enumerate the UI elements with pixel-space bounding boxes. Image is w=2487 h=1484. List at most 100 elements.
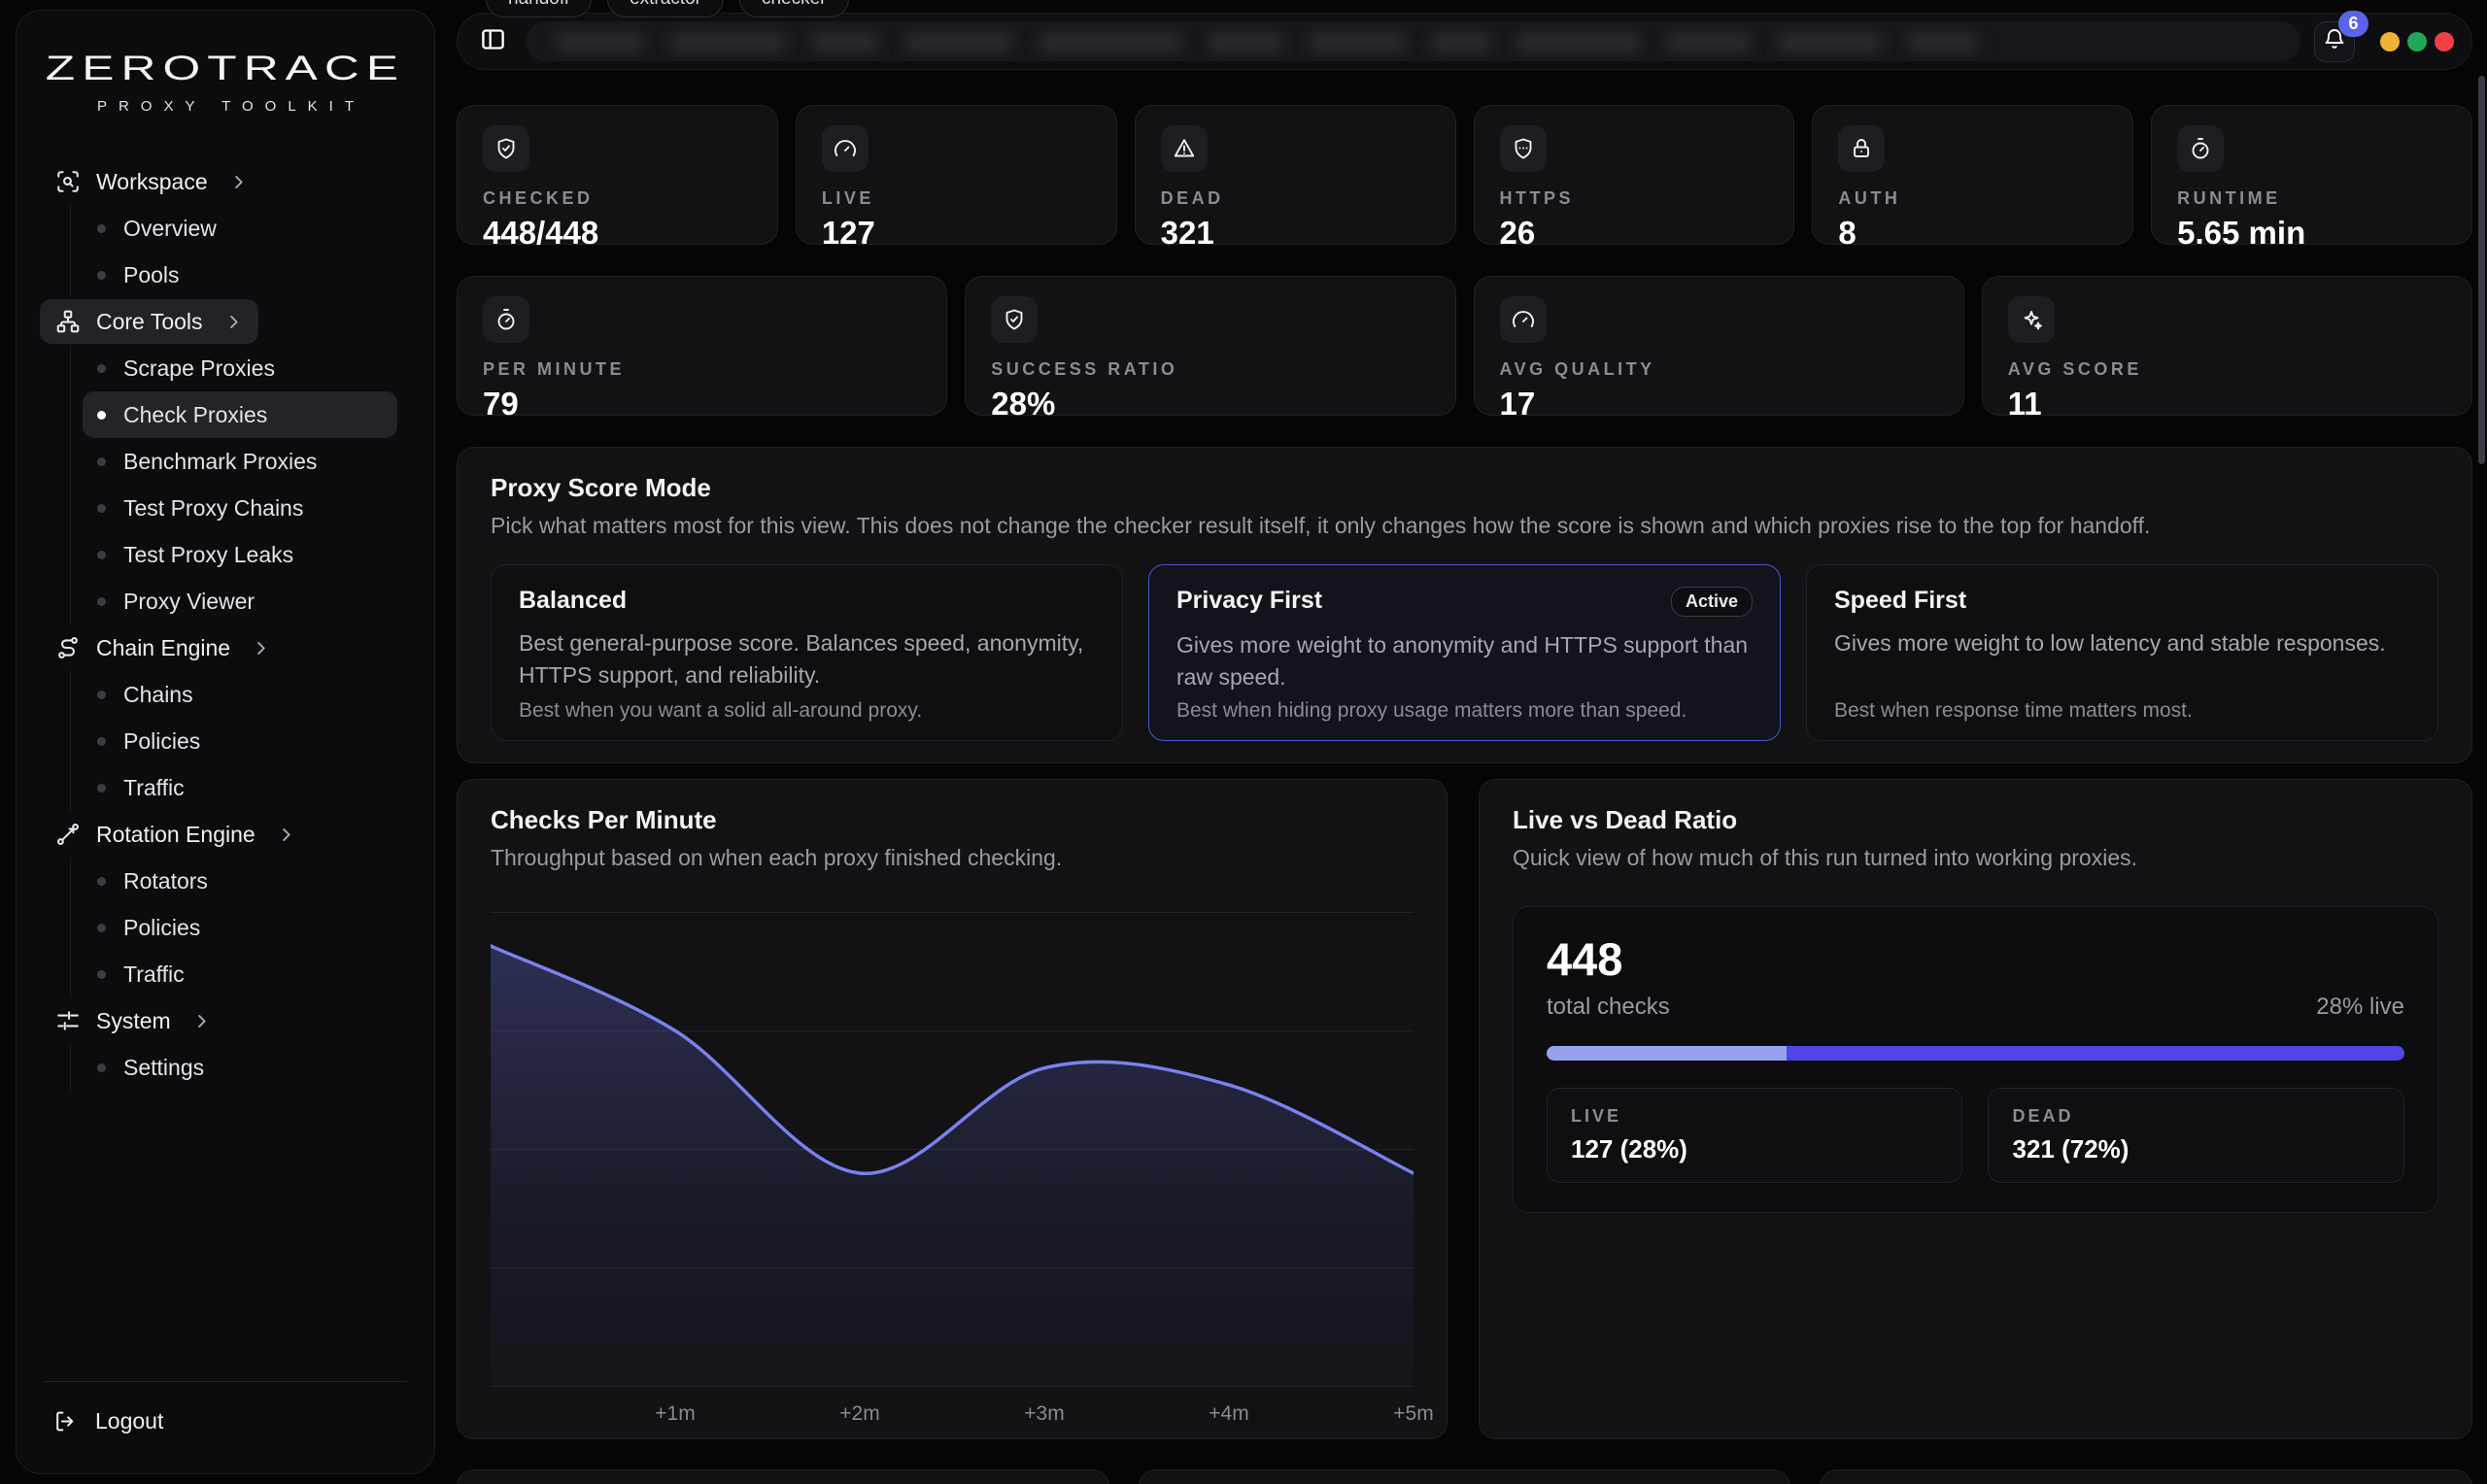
sidebar-section-system[interactable]: System <box>40 998 226 1043</box>
scrollbar-thumb[interactable] <box>2478 76 2485 464</box>
score-mode-options: BalancedBest general-purpose score. Bala… <box>491 564 2438 741</box>
stats-row-primary: CHECKED448/448LIVE127DEAD321HTTPS26AUTH8… <box>457 105 2472 245</box>
stat-card-avg-score: AVG SCORE11 <box>1982 276 2472 416</box>
section-card-anonymity-mix: Anonymity Mix <box>1139 1469 1791 1484</box>
sidebar-footer: Logout <box>40 1381 411 1446</box>
score-mode-card: Proxy Score Mode Pick what matters most … <box>457 447 2472 763</box>
sidebar-sublist-core-tools: Scrape ProxiesCheck Proxies Benchmark Pro… <box>70 345 411 624</box>
score-mode-subtitle: Pick what matters most for this view. Th… <box>491 513 2438 539</box>
sidebar-item-policies[interactable]: Policies <box>71 904 411 951</box>
timer-icon <box>483 296 529 343</box>
shield-check-icon <box>483 125 529 172</box>
bullet-icon <box>97 737 106 746</box>
gauge-icon <box>1500 296 1547 343</box>
live-progress-segment <box>1547 1046 1787 1061</box>
stat-label: AUTH <box>1838 188 2107 209</box>
ratio-summary: 448 total checks 28% live LIVE127 (28%)D… <box>1513 906 2438 1213</box>
sidebar-sublist-system: Settings <box>70 1044 411 1091</box>
sidebar-item-check-proxies[interactable]: Check Proxies <box>83 391 397 438</box>
bullet-icon <box>97 877 106 886</box>
bullet-icon <box>97 271 106 280</box>
x-tick-label: +5m <box>1393 1402 1433 1426</box>
stat-label: SUCCESS RATIO <box>991 359 1429 380</box>
sidebar-section-rotation-engine[interactable]: Rotation Engine <box>40 812 311 857</box>
ratio-box-live: LIVE127 (28%) <box>1547 1088 1963 1183</box>
stat-value: 11 <box>2008 386 2446 422</box>
mode-card-balanced[interactable]: BalancedBest general-purpose score. Bala… <box>491 564 1123 741</box>
sidebar-item-pools[interactable]: Pools <box>71 252 411 298</box>
ratio-title: Live vs Dead Ratio <box>1513 805 2438 835</box>
bullet-icon <box>97 784 106 793</box>
sidebar-section-core-tools[interactable]: Core Tools <box>40 299 258 344</box>
sidebar-item-test-proxy-leaks[interactable]: Test Proxy Leaks <box>71 531 411 578</box>
brand-tagline: PROXY TOOLKIT <box>40 98 411 115</box>
route-icon <box>55 635 81 660</box>
x-tick-label: +2m <box>839 1402 879 1426</box>
sidebar-item-label: Test Proxy Chains <box>123 495 303 522</box>
gauge-icon <box>822 125 869 172</box>
bullet-icon <box>97 691 106 699</box>
x-tick-label: +4m <box>1209 1402 1248 1426</box>
sidebar-item-chains[interactable]: Chains <box>71 671 411 718</box>
total-checks-label: total checks <box>1547 994 1670 1021</box>
mode-description: Gives more weight to low latency and sta… <box>1834 627 2410 659</box>
stat-value: 79 <box>483 386 921 422</box>
sidebar-item-label: Pools <box>123 262 180 288</box>
x-tick-label: +3m <box>1024 1402 1064 1426</box>
sidebar-item-overview[interactable]: Overview <box>71 205 411 252</box>
sidebar-toggle-button[interactable] <box>473 22 512 61</box>
sidebar-item-label: Rotators <box>123 868 208 894</box>
bottom-cards-row: Score Breakdown Anonymity Mix Protocol Bre… <box>457 1469 2472 1484</box>
red-dot[interactable] <box>2435 32 2454 51</box>
sidebar-item-proxy-viewer[interactable]: Proxy Viewer <box>71 578 411 624</box>
sidebar-item-scrape-proxies[interactable]: Scrape Proxies <box>71 345 411 391</box>
section-card-score-breakdown: Score Breakdown <box>457 1469 1109 1484</box>
stat-label: HTTPS <box>1500 188 1769 209</box>
sidebar-item-rotators[interactable]: Rotators <box>71 858 411 904</box>
stat-card-dead: DEAD321 <box>1135 105 1456 245</box>
sidebar-item-label: Test Proxy Leaks <box>123 542 293 568</box>
redacted-text-blob <box>1208 32 1283 51</box>
sidebar-section-workspace[interactable]: Workspace <box>40 159 263 204</box>
stat-card-live: LIVE127 <box>796 105 1117 245</box>
stat-card-runtime: RUNTIME5.65 min <box>2151 105 2472 245</box>
x-tick-label: +1m <box>655 1402 695 1426</box>
sidebar-item-label: Proxy Viewer <box>123 589 255 615</box>
stat-value: 28% <box>991 386 1429 422</box>
sidebar-item-settings[interactable]: Settings <box>71 1044 411 1091</box>
sidebar-divider <box>44 1381 407 1382</box>
mode-card-speed-first[interactable]: Speed FirstGives more weight to low late… <box>1806 564 2438 741</box>
stat-value: 5.65 min <box>2177 215 2446 252</box>
stat-card-https: HTTPS26 <box>1474 105 1795 245</box>
sidebar-item-test-proxy-chains[interactable]: Test Proxy Chains <box>71 485 411 531</box>
bullet-icon <box>97 924 106 932</box>
logout-label: Logout <box>95 1408 163 1434</box>
ratio-card: Live vs Dead Ratio Quick view of how muc… <box>1479 779 2472 1439</box>
mode-card-privacy-first[interactable]: Privacy FirstActiveGives more weight to … <box>1148 564 1781 741</box>
score-mode-title: Proxy Score Mode <box>491 473 2438 503</box>
sidebar-item-label: Overview <box>123 216 217 242</box>
sidebar-item-benchmark-proxies[interactable]: Benchmark Proxies <box>71 438 411 485</box>
stat-label: AVG QUALITY <box>1500 359 1938 380</box>
sidebar-item-traffic[interactable]: Traffic <box>71 764 411 811</box>
stat-label: PER MINUTE <box>483 359 921 380</box>
tag-pill-handoff[interactable]: handoff <box>486 0 592 17</box>
sidebar-section-label: System <box>96 1008 171 1034</box>
mode-hint: Best when response time matters most. <box>1834 699 2410 723</box>
sidebar-item-traffic[interactable]: Traffic <box>71 951 411 997</box>
section-card-protocol-breakdown: Protocol Breakdown <box>1820 1469 2472 1484</box>
tag-pill-extractor[interactable]: extractor <box>607 0 724 17</box>
search-input[interactable] <box>526 21 2300 61</box>
sidebar-item-policies[interactable]: Policies <box>71 718 411 764</box>
tag-pill-checker[interactable]: checker <box>739 0 849 17</box>
sidebar-section-label: Core Tools <box>96 309 203 335</box>
sidebar-item-label: Benchmark Proxies <box>123 449 317 475</box>
logout-button[interactable]: Logout <box>40 1396 411 1446</box>
chevron-right-icon <box>252 639 270 658</box>
sidebar-section-chain-engine[interactable]: Chain Engine <box>40 625 286 670</box>
yellow-dot[interactable] <box>2380 32 2400 51</box>
ratio-box-label: DEAD <box>2012 1106 2380 1127</box>
redacted-text-blob <box>1666 32 1752 51</box>
green-dot[interactable] <box>2407 32 2427 51</box>
live-percent-label: 28% live <box>2316 994 2404 1021</box>
